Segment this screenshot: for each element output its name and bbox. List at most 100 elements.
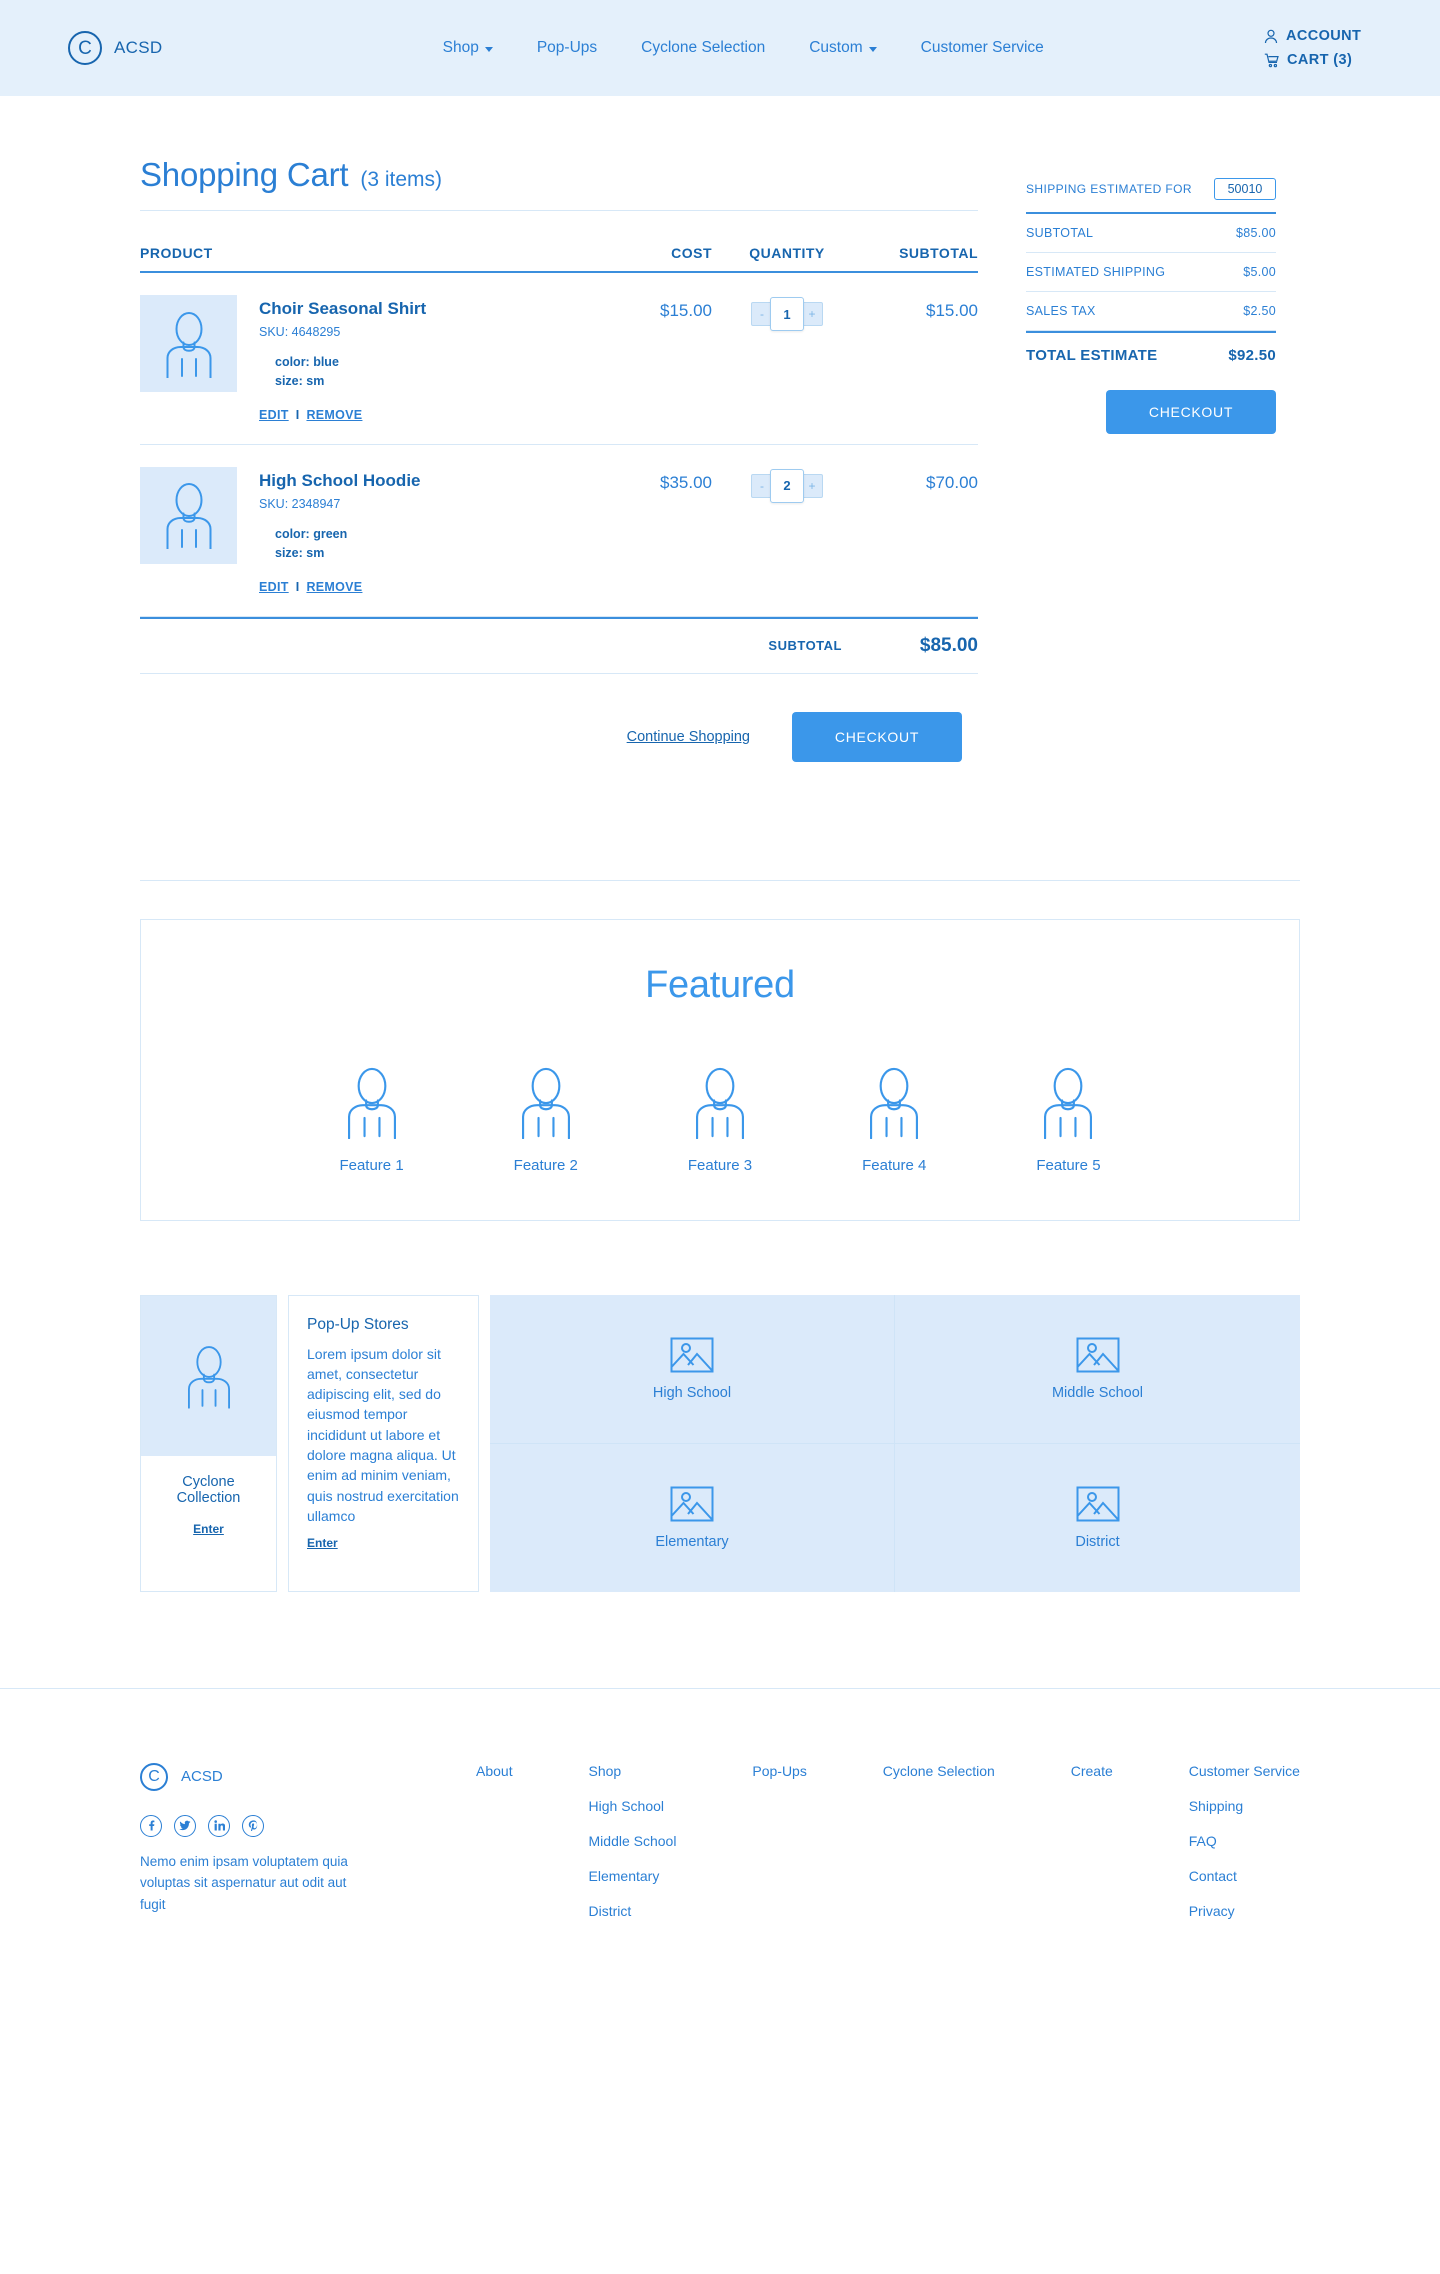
cart-button[interactable]: CART (3) bbox=[1264, 52, 1352, 68]
cart-subtotal-row: SUBTOTAL $85.00 bbox=[140, 616, 978, 674]
person-icon bbox=[870, 1067, 919, 1139]
featured-item[interactable]: Feature 2 bbox=[514, 1065, 578, 1174]
promo-title: Cyclone Collection bbox=[176, 1473, 241, 1506]
summary-checkout-button[interactable]: CHECKOUT bbox=[1106, 390, 1276, 434]
featured-section: Featured Feature 1 Feature 2 Feature 3 F… bbox=[140, 918, 1300, 1221]
footer-link-elementary[interactable]: Elementary bbox=[589, 1868, 677, 1884]
footer-link-high-school[interactable]: High School bbox=[589, 1798, 677, 1814]
twitter-icon[interactable] bbox=[174, 1814, 196, 1837]
product-thumbnail[interactable] bbox=[140, 466, 237, 564]
quantity-value[interactable]: 1 bbox=[770, 297, 804, 331]
table-row: High School Hoodie SKU: 2348947 color: g… bbox=[140, 445, 978, 617]
footer-link-cyclone-selection[interactable]: Cyclone Selection bbox=[883, 1763, 995, 1779]
product-sku: SKU: 2348947 bbox=[259, 496, 341, 511]
nav-item-pop-ups[interactable]: Pop-Ups bbox=[537, 39, 597, 57]
nav-label: Shop bbox=[442, 39, 479, 56]
edit-link[interactable]: EDIT bbox=[259, 408, 289, 422]
featured-item[interactable]: Feature 1 bbox=[339, 1065, 404, 1174]
zip-input[interactable] bbox=[1214, 178, 1276, 200]
school-cell-district[interactable]: District bbox=[895, 1444, 1300, 1592]
remove-link[interactable]: REMOVE bbox=[306, 580, 362, 594]
total-label: TOTAL ESTIMATE bbox=[1026, 347, 1158, 364]
product-color: color: blue bbox=[275, 355, 339, 369]
order-summary: SHIPPING ESTIMATED FOR SUBTOTAL $85.00 E… bbox=[1026, 156, 1276, 434]
featured-item[interactable]: Feature 3 bbox=[688, 1065, 752, 1174]
featured-item[interactable]: Feature 5 bbox=[1036, 1065, 1101, 1174]
promo-enter-link[interactable]: Enter bbox=[307, 1536, 338, 1550]
footer-link-create[interactable]: Create bbox=[1071, 1763, 1113, 1779]
summary-label: SALES TAX bbox=[1026, 304, 1096, 318]
quantity-stepper: - 1 + bbox=[751, 297, 823, 331]
footer-brand[interactable]: C ACSD bbox=[140, 1762, 440, 1791]
footer-link-district[interactable]: District bbox=[589, 1903, 677, 1919]
product-sku: SKU: 4648295 bbox=[259, 325, 341, 339]
product-name[interactable]: Choir Seasonal Shirt bbox=[259, 299, 600, 319]
cart-subtotal-value: $85.00 bbox=[919, 634, 978, 656]
product-name[interactable]: High School Hoodie bbox=[259, 471, 600, 491]
summary-label: SUBTOTAL bbox=[1026, 226, 1094, 240]
linkedin-icon[interactable] bbox=[208, 1814, 230, 1837]
remove-link[interactable]: REMOVE bbox=[306, 408, 362, 422]
footer-link-privacy[interactable]: Privacy bbox=[1189, 1903, 1300, 1919]
summary-row-subtotal: SUBTOTAL $85.00 bbox=[1026, 214, 1276, 253]
footer-links: About Shop High School Middle School Ele… bbox=[440, 1763, 1300, 1919]
featured-item[interactable]: Feature 4 bbox=[862, 1065, 926, 1174]
footer-link-shipping[interactable]: Shipping bbox=[1189, 1798, 1300, 1814]
checkout-button[interactable]: CHECKOUT bbox=[792, 711, 962, 762]
nav-item-custom[interactable]: Custom bbox=[809, 39, 877, 57]
footer-link-faq[interactable]: FAQ bbox=[1189, 1833, 1300, 1849]
promo-title: Pop-Up Stores bbox=[307, 1315, 409, 1333]
total-value: $92.50 bbox=[1228, 347, 1276, 364]
brand-name: ACSD bbox=[114, 38, 163, 57]
promo-enter-link[interactable]: Enter bbox=[193, 1522, 224, 1536]
product-subtotal: $15.00 bbox=[926, 301, 978, 320]
nav-label: Cyclone Selection bbox=[641, 39, 766, 56]
summary-label: ESTIMATED SHIPPING bbox=[1026, 265, 1166, 279]
footer-link-pop-ups[interactable]: Pop-Ups bbox=[752, 1763, 806, 1779]
product-thumbnail[interactable] bbox=[140, 295, 237, 392]
school-label: High School bbox=[652, 1384, 732, 1401]
product-cost: $15.00 bbox=[660, 301, 712, 320]
promo-card-cyclone-collection[interactable]: Cyclone Collection Enter bbox=[140, 1294, 277, 1592]
footer-tagline: Nemo enim ipsam voluptatem quia voluptas… bbox=[140, 1853, 348, 1913]
increment-button[interactable]: + bbox=[801, 302, 823, 326]
cart-table-header: PRODUCT COST QUANTITY SUBTOTAL bbox=[140, 211, 978, 273]
footer-link-customer-service[interactable]: Customer Service bbox=[1189, 1763, 1300, 1779]
school-cell-middle-school[interactable]: Middle School bbox=[895, 1295, 1300, 1444]
quantity-value[interactable]: 2 bbox=[770, 468, 804, 503]
header-actions: ACCOUNT CART (3) bbox=[1264, 28, 1394, 68]
featured-item-label: Feature 5 bbox=[1036, 1156, 1101, 1174]
footer-link-middle-school[interactable]: Middle School bbox=[589, 1833, 677, 1849]
footer-link-contact[interactable]: Contact bbox=[1189, 1868, 1300, 1884]
account-label: ACCOUNT bbox=[1286, 28, 1362, 44]
cart-table-area: Shopping Cart (3 items) PRODUCT COST QUA… bbox=[140, 156, 978, 762]
primary-nav: Shop Pop-Ups Cyclone Selection Custom Cu… bbox=[222, 39, 1264, 57]
facebook-icon[interactable] bbox=[140, 1814, 162, 1837]
footer-link-shop[interactable]: Shop bbox=[589, 1763, 677, 1779]
nav-item-cyclone-selection[interactable]: Cyclone Selection bbox=[641, 39, 765, 57]
nav-item-shop[interactable]: Shop bbox=[443, 39, 493, 57]
page-root: C ACSD Shop Pop-Ups Cyclone Selection Cu… bbox=[0, 0, 1440, 2009]
nav-item-customer-service[interactable]: Customer Service bbox=[921, 39, 1044, 57]
table-row: Choir Seasonal Shirt SKU: 4648295 color:… bbox=[140, 273, 978, 445]
edit-link[interactable]: EDIT bbox=[259, 580, 289, 594]
nav-label: Custom bbox=[809, 39, 863, 56]
account-button[interactable]: ACCOUNT bbox=[1264, 28, 1361, 44]
pinterest-icon[interactable] bbox=[242, 1814, 264, 1837]
summary-value: $5.00 bbox=[1243, 265, 1276, 279]
school-cell-high-school[interactable]: High School bbox=[490, 1294, 895, 1444]
person-icon bbox=[347, 1067, 396, 1139]
product-color: color: green bbox=[275, 526, 348, 541]
person-icon bbox=[166, 311, 211, 378]
footer-column-about: About bbox=[476, 1763, 513, 1919]
brand-logo[interactable]: C ACSD bbox=[68, 31, 162, 65]
footer-link-about[interactable]: About bbox=[476, 1763, 513, 1779]
school-cell-elementary[interactable]: Elementary bbox=[490, 1443, 895, 1592]
summary-row-total: TOTAL ESTIMATE $92.50 bbox=[1026, 331, 1276, 364]
continue-shopping-link[interactable]: Continue Shopping bbox=[627, 729, 750, 745]
site-header: C ACSD Shop Pop-Ups Cyclone Selection Cu… bbox=[0, 0, 1440, 96]
image-placeholder-icon bbox=[1076, 1486, 1119, 1521]
increment-button[interactable]: + bbox=[801, 473, 823, 498]
person-icon bbox=[1044, 1067, 1093, 1139]
featured-item-label: Feature 3 bbox=[687, 1156, 753, 1174]
